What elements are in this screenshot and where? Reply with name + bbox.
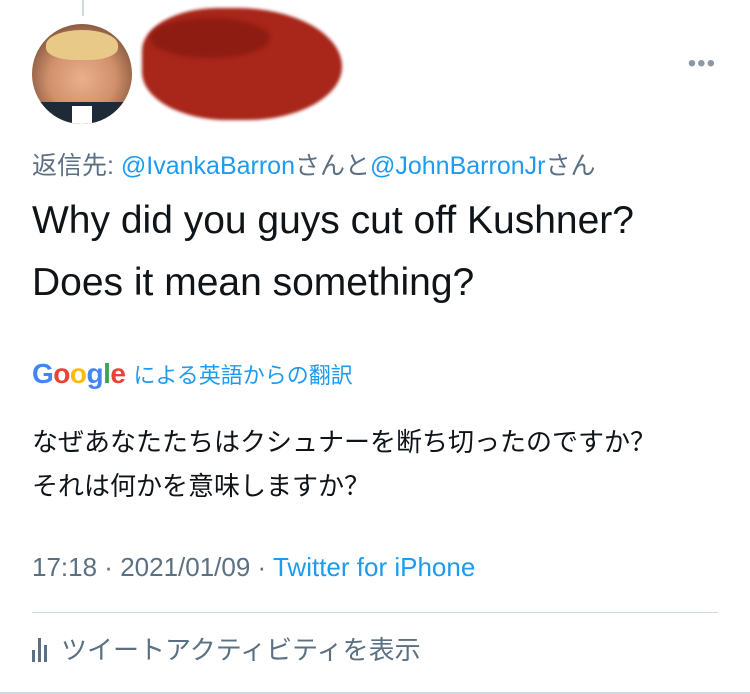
tweet-text-line-2: Does it mean something? (32, 261, 475, 304)
mention-john[interactable]: @JohnBarronJr (370, 152, 545, 180)
tweet-time[interactable]: 17:18 (32, 552, 97, 582)
redacted-username-overlay (150, 18, 270, 58)
tweet-text-line-1: Why did you guys cut off Kushner? (32, 199, 634, 242)
reply-suffix: さん (545, 152, 596, 180)
translated-line-1: なぜあなたたちはクシュナーを断ち切ったのですか？ (32, 427, 657, 457)
reply-prefix: 返信先: (32, 152, 121, 180)
google-logo: Google (32, 358, 126, 389)
tweet-date[interactable]: 2021/01/09 (120, 552, 250, 582)
avatar-hair (46, 30, 118, 60)
avatar-shirt (72, 106, 92, 124)
analytics-bars-icon (32, 636, 47, 662)
reply-to-line: 返信先: @IvankaBarronさんと@JohnBarronJrさん (32, 146, 595, 182)
translated-by-label: による英語からの翻訳 (133, 363, 353, 388)
tweet-meta: 17:18 · 2021/01/09 · Twitter for iPhone (32, 552, 475, 583)
activity-label: ツイートアクティビティを表示 (61, 635, 421, 665)
divider (32, 612, 718, 613)
more-icon[interactable]: ••• (688, 50, 716, 78)
tweet-source[interactable]: Twitter for iPhone (273, 552, 475, 582)
translation-attribution[interactable]: Google による英語からの翻訳 (32, 358, 353, 390)
translated-text: なぜあなたたちはクシュナーを断ち切ったのですか？ それは何かを意味しますか？ (32, 420, 722, 508)
meta-separator-1: · (97, 552, 121, 582)
meta-separator-2: · (250, 552, 273, 582)
avatar[interactable] (32, 24, 132, 124)
tweet-text: Why did you guys cut off Kushner? Does i… (32, 190, 722, 314)
mention-ivanka[interactable]: @IvankaBarron (121, 152, 295, 180)
translated-line-2: それは何かを意味しますか？ (32, 471, 371, 501)
reply-join: さんと (294, 152, 370, 180)
view-tweet-activity-button[interactable]: ツイートアクティビティを表示 (32, 630, 421, 667)
thread-line (82, 0, 84, 16)
